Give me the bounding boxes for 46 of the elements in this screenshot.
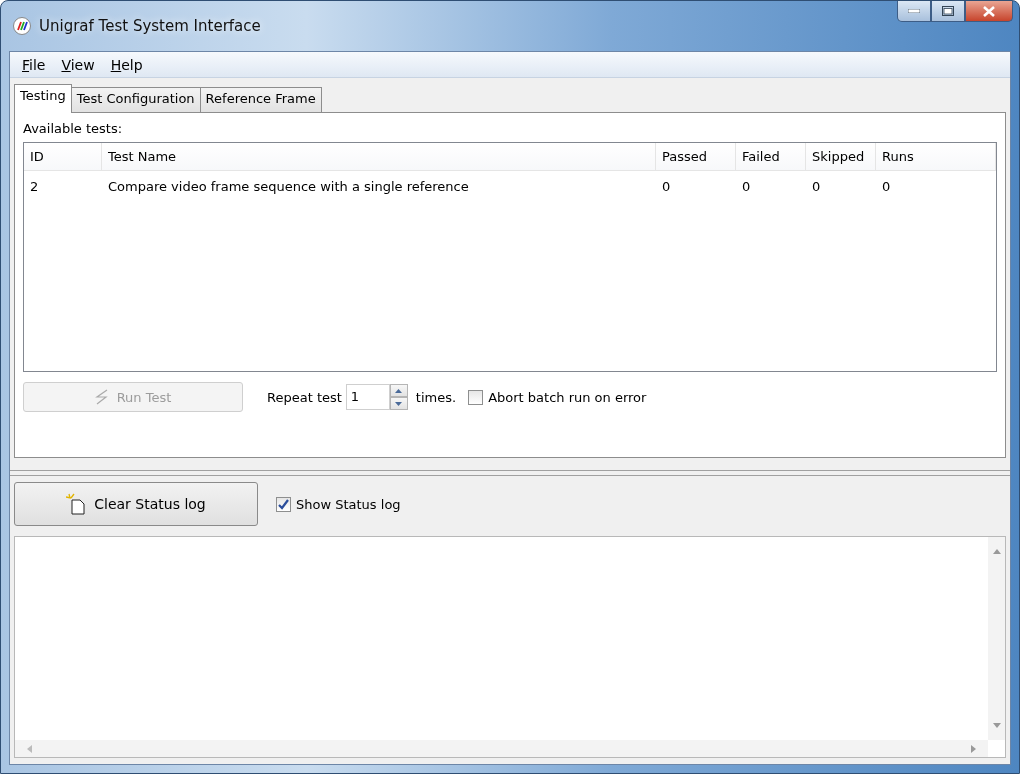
up-arrow-icon[interactable] xyxy=(992,549,1001,554)
splitter[interactable] xyxy=(10,470,1010,476)
table-cell-text: 0 xyxy=(811,178,822,196)
horizontal-scrollbar[interactable] xyxy=(15,740,988,757)
tab[interactable]: Reference Frame xyxy=(199,87,322,112)
new-document-icon xyxy=(66,493,87,515)
tab[interactable]: Test Configuration xyxy=(70,87,201,112)
window-title: Unigraf Test System Interface xyxy=(39,17,261,35)
up-arrow-icon xyxy=(395,388,403,393)
repeat-label: Repeat test xyxy=(267,389,342,405)
checkbox[interactable] xyxy=(276,496,291,512)
checkbox[interactable] xyxy=(468,389,484,405)
column-header[interactable]: Runs xyxy=(876,143,996,171)
times-label: times. xyxy=(415,389,457,405)
menu-item[interactable]: View xyxy=(53,56,103,73)
table-cell-text: 2 xyxy=(29,178,40,196)
lightning-icon xyxy=(94,389,109,405)
left-arrow-icon[interactable] xyxy=(27,744,32,753)
table-cell-text: Compare video frame sequence with a single reference xyxy=(107,178,470,196)
close-icon xyxy=(983,5,995,17)
tab[interactable]: Testing xyxy=(14,84,72,113)
menu-item[interactable]: Help xyxy=(102,56,151,73)
column-header[interactable]: Passed xyxy=(656,143,736,171)
checkbox-label: Show Status log xyxy=(296,496,401,512)
maximize-icon xyxy=(942,6,954,16)
section-label: Available tests: xyxy=(23,121,124,136)
checkbox-label: Abort batch run on error xyxy=(488,389,647,405)
menu-item[interactable]: File xyxy=(14,56,54,73)
down-arrow-icon[interactable] xyxy=(992,723,1001,728)
app-logo-icon xyxy=(13,17,31,35)
column-header[interactable]: Test Name xyxy=(102,143,656,171)
down-arrow-icon xyxy=(395,401,403,406)
maximize-button[interactable] xyxy=(931,1,965,22)
table-cell-text: 0 xyxy=(741,178,752,196)
table-cell-text: 0 xyxy=(661,178,672,196)
repeat-count-field[interactable]: 1 xyxy=(345,384,390,410)
minimize-button[interactable] xyxy=(897,1,931,22)
right-arrow-icon[interactable] xyxy=(971,744,976,753)
column-header[interactable]: Failed xyxy=(736,143,806,171)
close-button[interactable] xyxy=(965,1,1013,22)
vertical-scrollbar[interactable] xyxy=(988,537,1005,740)
minimize-icon xyxy=(908,9,920,13)
column-header[interactable]: ID xyxy=(24,143,102,171)
table-cell-text: 0 xyxy=(881,178,892,196)
clear-log-button[interactable]: Clear Status log xyxy=(14,482,258,526)
column-header[interactable]: Skipped xyxy=(806,143,876,171)
